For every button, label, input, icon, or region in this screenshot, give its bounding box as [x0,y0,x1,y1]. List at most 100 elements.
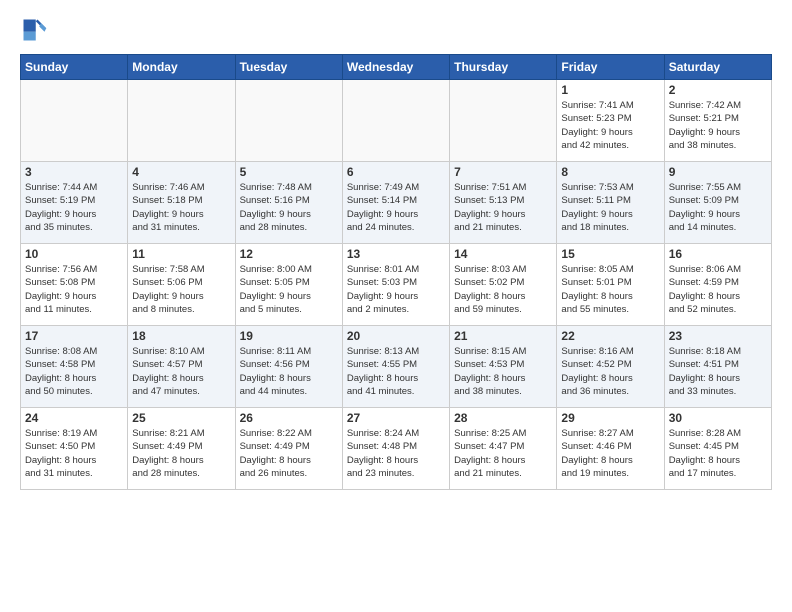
day-info: Sunrise: 8:11 AM Sunset: 4:56 PM Dayligh… [240,345,338,398]
day-info: Sunrise: 8:05 AM Sunset: 5:01 PM Dayligh… [561,263,659,316]
day-info: Sunrise: 8:03 AM Sunset: 5:02 PM Dayligh… [454,263,552,316]
day-info: Sunrise: 8:10 AM Sunset: 4:57 PM Dayligh… [132,345,230,398]
day-number: 3 [25,165,123,179]
page: SundayMondayTuesdayWednesdayThursdayFrid… [0,0,792,612]
calendar-cell: 5 Sunrise: 7:48 AM Sunset: 5:16 PM Daylig… [235,162,342,244]
calendar-cell [21,80,128,162]
day-number: 17 [25,329,123,343]
calendar-cell: 25 Sunrise: 8:21 AM Sunset: 4:49 PM Dayli… [128,408,235,490]
day-info: Sunrise: 7:55 AM Sunset: 5:09 PM Dayligh… [669,181,767,234]
day-info: Sunrise: 8:22 AM Sunset: 4:49 PM Dayligh… [240,427,338,480]
calendar-cell: 21Sunrise: 8:15 AM Sunset: 4:53 PM Dayli… [450,326,557,408]
day-number: 10 [25,247,123,261]
header-thursday: Thursday [450,55,557,80]
day-info: Sunrise: 7:56 AM Sunset: 5:08 PM Dayligh… [25,263,123,316]
day-number: 9 [669,165,767,179]
day-number: 26 [240,411,338,425]
day-info: Sunrise: 7:44 AM Sunset: 5:19 PM Dayligh… [25,181,123,234]
day-number: 16 [669,247,767,261]
calendar-cell: 19Sunrise: 8:11 AM Sunset: 4:56 PM Dayli… [235,326,342,408]
day-info: Sunrise: 8:13 AM Sunset: 4:55 PM Dayligh… [347,345,445,398]
calendar-cell: 7 Sunrise: 7:51 AM Sunset: 5:13 PM Daylig… [450,162,557,244]
header-friday: Friday [557,55,664,80]
day-number: 14 [454,247,552,261]
day-info: Sunrise: 7:53 AM Sunset: 5:11 PM Dayligh… [561,181,659,234]
calendar-cell [235,80,342,162]
day-number: 29 [561,411,659,425]
day-number: 23 [669,329,767,343]
day-info: Sunrise: 7:58 AM Sunset: 5:06 PM Dayligh… [132,263,230,316]
day-number: 4 [132,165,230,179]
header-sunday: Sunday [21,55,128,80]
day-info: Sunrise: 7:46 AM Sunset: 5:18 PM Dayligh… [132,181,230,234]
day-info: Sunrise: 7:41 AM Sunset: 5:23 PM Dayligh… [561,99,659,152]
day-info: Sunrise: 8:28 AM Sunset: 4:45 PM Dayligh… [669,427,767,480]
calendar-cell: 24 Sunrise: 8:19 AM Sunset: 4:50 PM Dayli… [21,408,128,490]
day-number: 5 [240,165,338,179]
day-info: Sunrise: 8:24 AM Sunset: 4:48 PM Dayligh… [347,427,445,480]
day-number: 27 [347,411,445,425]
calendar-week-5: 24 Sunrise: 8:19 AM Sunset: 4:50 PM Dayli… [21,408,772,490]
day-info: Sunrise: 7:51 AM Sunset: 5:13 PM Dayligh… [454,181,552,234]
calendar: SundayMondayTuesdayWednesdayThursdayFrid… [20,54,772,490]
day-info: Sunrise: 8:21 AM Sunset: 4:49 PM Dayligh… [132,427,230,480]
calendar-cell: 29 Sunrise: 8:27 AM Sunset: 4:46 PM Dayli… [557,408,664,490]
day-info: Sunrise: 8:16 AM Sunset: 4:52 PM Dayligh… [561,345,659,398]
day-info: Sunrise: 8:00 AM Sunset: 5:05 PM Dayligh… [240,263,338,316]
day-number: 6 [347,165,445,179]
calendar-week-4: 17Sunrise: 8:08 AM Sunset: 4:58 PM Dayli… [21,326,772,408]
calendar-cell: 13Sunrise: 8:01 AM Sunset: 5:03 PM Dayli… [342,244,449,326]
calendar-cell: 2 Sunrise: 7:42 AM Sunset: 5:21 PM Daylig… [664,80,771,162]
calendar-cell [128,80,235,162]
day-number: 30 [669,411,767,425]
calendar-cell: 3 Sunrise: 7:44 AM Sunset: 5:19 PM Daylig… [21,162,128,244]
calendar-week-3: 10 Sunrise: 7:56 AM Sunset: 5:08 PM Dayli… [21,244,772,326]
day-number: 20 [347,329,445,343]
calendar-cell: 9 Sunrise: 7:55 AM Sunset: 5:09 PM Daylig… [664,162,771,244]
calendar-cell: 27 Sunrise: 8:24 AM Sunset: 4:48 PM Dayli… [342,408,449,490]
calendar-week-1: 1 Sunrise: 7:41 AM Sunset: 5:23 PM Daylig… [21,80,772,162]
logo-icon [20,16,48,44]
day-number: 24 [25,411,123,425]
day-number: 8 [561,165,659,179]
calendar-cell: 28Sunrise: 8:25 AM Sunset: 4:47 PM Dayli… [450,408,557,490]
day-number: 7 [454,165,552,179]
day-number: 22 [561,329,659,343]
calendar-cell: 8 Sunrise: 7:53 AM Sunset: 5:11 PM Daylig… [557,162,664,244]
day-number: 15 [561,247,659,261]
calendar-cell: 11 Sunrise: 7:58 AM Sunset: 5:06 PM Dayli… [128,244,235,326]
day-number: 25 [132,411,230,425]
day-number: 11 [132,247,230,261]
calendar-cell: 15 Sunrise: 8:05 AM Sunset: 5:01 PM Dayli… [557,244,664,326]
calendar-cell: 22 Sunrise: 8:16 AM Sunset: 4:52 PM Dayli… [557,326,664,408]
calendar-cell: 23Sunrise: 8:18 AM Sunset: 4:51 PM Dayli… [664,326,771,408]
calendar-cell: 6 Sunrise: 7:49 AM Sunset: 5:14 PM Daylig… [342,162,449,244]
day-info: Sunrise: 7:42 AM Sunset: 5:21 PM Dayligh… [669,99,767,152]
calendar-cell: 18 Sunrise: 8:10 AM Sunset: 4:57 PM Dayli… [128,326,235,408]
day-info: Sunrise: 8:19 AM Sunset: 4:50 PM Dayligh… [25,427,123,480]
logo [20,16,52,44]
day-number: 12 [240,247,338,261]
calendar-cell [450,80,557,162]
day-info: Sunrise: 7:48 AM Sunset: 5:16 PM Dayligh… [240,181,338,234]
calendar-cell: 1 Sunrise: 7:41 AM Sunset: 5:23 PM Daylig… [557,80,664,162]
calendar-cell: 12 Sunrise: 8:00 AM Sunset: 5:05 PM Dayli… [235,244,342,326]
calendar-cell [342,80,449,162]
day-info: Sunrise: 8:15 AM Sunset: 4:53 PM Dayligh… [454,345,552,398]
day-number: 18 [132,329,230,343]
calendar-cell: 30 Sunrise: 8:28 AM Sunset: 4:45 PM Dayli… [664,408,771,490]
day-info: Sunrise: 8:06 AM Sunset: 4:59 PM Dayligh… [669,263,767,316]
day-number: 2 [669,83,767,97]
header-monday: Monday [128,55,235,80]
calendar-cell: 10 Sunrise: 7:56 AM Sunset: 5:08 PM Dayli… [21,244,128,326]
calendar-cell: 20 Sunrise: 8:13 AM Sunset: 4:55 PM Dayli… [342,326,449,408]
header-tuesday: Tuesday [235,55,342,80]
day-info: Sunrise: 7:49 AM Sunset: 5:14 PM Dayligh… [347,181,445,234]
calendar-header-row: SundayMondayTuesdayWednesdayThursdayFrid… [21,55,772,80]
calendar-cell: 26 Sunrise: 8:22 AM Sunset: 4:49 PM Dayli… [235,408,342,490]
day-number: 1 [561,83,659,97]
calendar-cell: 16 Sunrise: 8:06 AM Sunset: 4:59 PM Dayli… [664,244,771,326]
header [20,16,772,44]
calendar-cell: 4 Sunrise: 7:46 AM Sunset: 5:18 PM Daylig… [128,162,235,244]
day-info: Sunrise: 8:27 AM Sunset: 4:46 PM Dayligh… [561,427,659,480]
